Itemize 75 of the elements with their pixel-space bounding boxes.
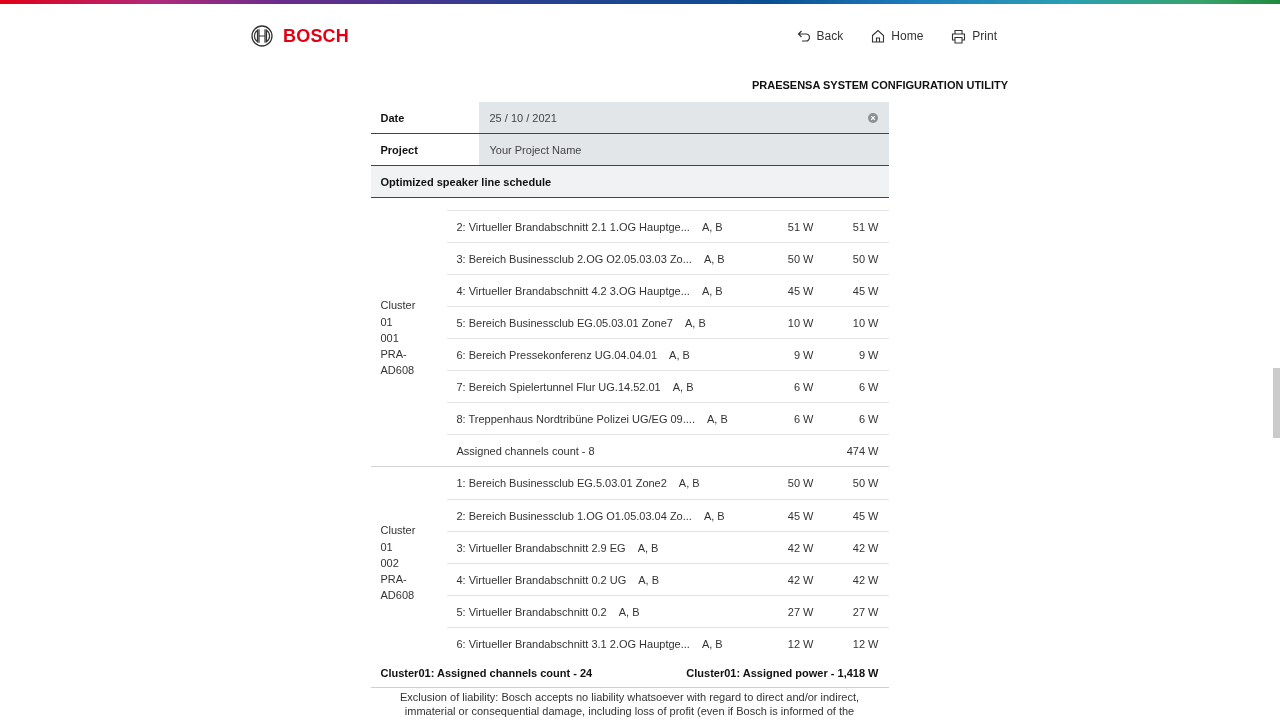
table-cell: A, B	[684, 316, 706, 329]
count-label: Assigned channels count - 8	[456, 444, 595, 457]
table-cell: 6 W	[793, 380, 814, 393]
table-cell: A, B	[638, 573, 660, 586]
table-cell: 50 W	[852, 252, 879, 265]
field-label: Project	[379, 142, 419, 158]
table-cell: 42 W	[787, 573, 814, 586]
print-button[interactable]: Print	[951, 28, 997, 44]
table-cell: 10 W	[852, 316, 879, 329]
home-button[interactable]: Home	[871, 28, 924, 44]
total-cell: 474 W	[846, 444, 879, 457]
table-cell: 50 W	[787, 252, 814, 265]
table-cell: 42 W	[787, 541, 814, 554]
table-cell: 45 W	[787, 509, 814, 522]
table-cell: A, B	[701, 220, 723, 233]
table-cell: A, B	[678, 477, 700, 489]
summary-power: Cluster01: Assigned power - 1,418 W	[686, 667, 879, 679]
scrollbar-thumb[interactable]	[1273, 368, 1280, 438]
input-field[interactable]: 25 / 10 / 2021	[478, 102, 889, 133]
table-cell: 6 W	[858, 412, 879, 425]
disclaimer-text: Exclusion of liability: Bosch accepts no liability whatsoever with regard to direct and/or indirect, immaterial or consequential damage, including loss of profit (even if Bosch is informed of the	[398, 690, 861, 718]
table-cell: 6: Virtueller Brandabschnitt 3.1 2.OG Hauptge...	[456, 637, 690, 650]
cluster-label: Cluster 01 002 PRA-AD608	[380, 523, 417, 604]
back-arrow-icon	[796, 30, 811, 42]
table-cell: 8: Treppenhaus Nordtribüne Polizei UG/EG 09....	[456, 412, 695, 425]
table-cell: A, B	[701, 637, 723, 650]
table-cell: 42 W	[852, 541, 879, 554]
table-cell: 45 W	[852, 509, 879, 522]
table-cell: A, B	[669, 348, 690, 361]
table-cell: 6: Bereich Pressekonferenz UG.04.04.01	[456, 348, 658, 361]
table-cell: 1: Bereich Businessclub EG.5.03.01 Zone2	[456, 477, 667, 489]
app-title: PRAESENSA SYSTEM CONFIGURATION UTILITY	[750, 78, 1008, 92]
table-cell: A, B	[706, 412, 728, 425]
table-cell: 50 W	[787, 477, 814, 489]
printer-icon	[951, 28, 967, 44]
table-cell: 7: Bereich Spielertunnel Flur UG.14.52.01	[456, 380, 661, 393]
table-cell: 3: Virtueller Brandabschnitt 2.9 EG	[456, 541, 626, 554]
table-cell: 12 W	[852, 637, 879, 650]
table-cell: 45 W	[852, 284, 879, 297]
section-title: Optimized speaker line schedule	[370, 166, 889, 198]
logo-icon	[251, 25, 273, 47]
table-cell: A, B	[637, 541, 659, 554]
table-cell: 27 W	[787, 605, 814, 618]
table-cell: A, B	[672, 380, 694, 393]
back-button[interactable]: Back	[796, 28, 844, 44]
table-cell: 45 W	[787, 284, 814, 297]
table-cell: 5: Virtueller Brandabschnitt 0.2	[456, 605, 607, 618]
table-cell: A, B	[618, 605, 640, 618]
summary-count: Cluster01: Assigned channels count - 24	[380, 667, 593, 679]
table-cell: 3: Bereich Businessclub 2.OG O2.05.03.03 Zo...	[456, 252, 692, 265]
table-cell: 6 W	[858, 380, 879, 393]
field-label: Date	[379, 110, 406, 126]
table-cell: 2: Virtueller Brandabschnitt 2.1 1.OG Hauptge...	[456, 220, 690, 233]
table-cell: A, B	[701, 284, 723, 297]
table-cell: 12 W	[787, 637, 814, 650]
table-cell: A, B	[703, 252, 725, 265]
table-cell: 6 W	[793, 412, 814, 425]
table-cell: 9 W	[793, 348, 814, 361]
table-cell: 9 W	[858, 348, 879, 361]
table-cell: A, B	[703, 509, 725, 522]
table-cell: 5: Bereich Businessclub EG.05.03.01 Zone7	[456, 316, 673, 329]
table-cell: 4: Virtueller Brandabschnitt 4.2 3.OG Hauptge...	[456, 284, 690, 297]
logo-text: BOSCH	[283, 25, 349, 47]
table-cell: 51 W	[787, 220, 814, 233]
table-cell: 10 W	[787, 316, 814, 329]
table-cell: 4: Virtueller Brandabschnitt 0.2 UG	[456, 573, 627, 586]
input-field[interactable]: Your Project Name	[478, 134, 889, 165]
table-cell: 2: Bereich Businessclub 1.OG O1.05.03.04 Zo...	[456, 509, 692, 522]
table-cell: 50 W	[852, 477, 879, 489]
table-cell: 42 W	[852, 573, 879, 586]
table-cell: 27 W	[852, 605, 879, 618]
clear-icon[interactable]	[867, 112, 878, 123]
table-cell: 51 W	[852, 220, 879, 233]
home-icon	[871, 29, 886, 43]
cluster-label: Cluster 01 001 PRA-AD608	[380, 298, 417, 379]
